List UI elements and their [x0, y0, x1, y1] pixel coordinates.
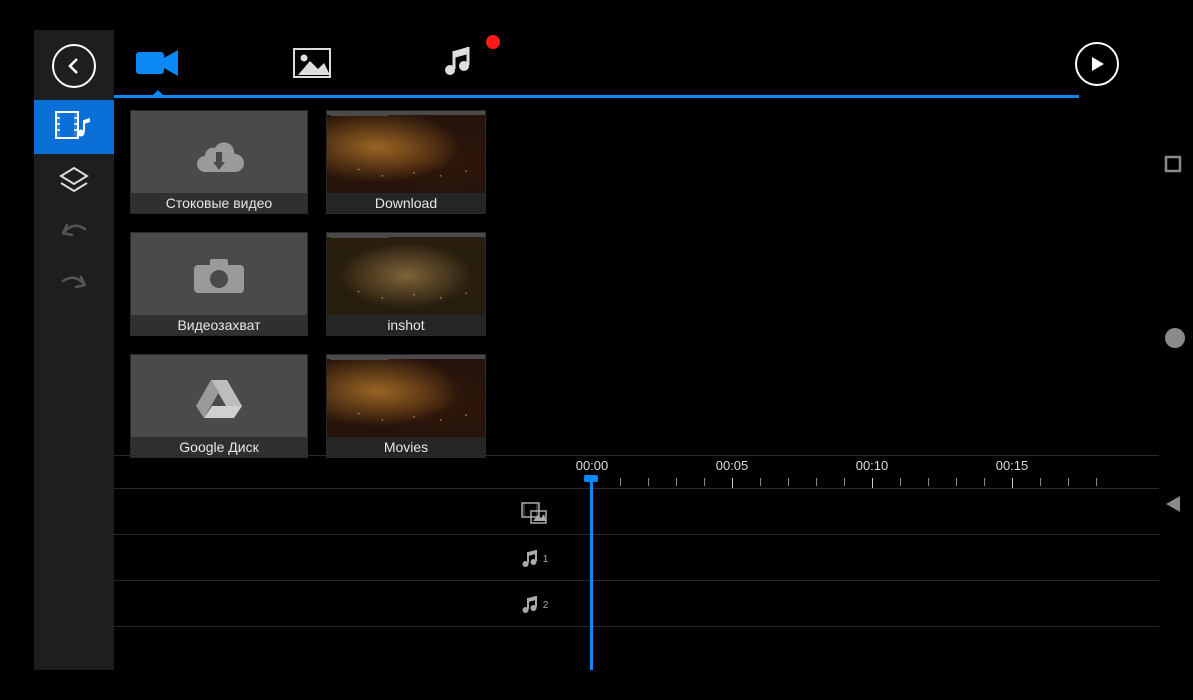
image-icon — [292, 47, 332, 79]
folder-label: Download — [327, 193, 485, 213]
folder-movies[interactable]: Movies — [326, 354, 486, 458]
folder-label: inshot — [327, 315, 485, 335]
chevron-left-icon — [65, 57, 83, 75]
track-video-header[interactable] — [514, 492, 554, 534]
layers-icon — [57, 164, 91, 198]
android-back-button[interactable] — [1159, 490, 1187, 518]
undo-button[interactable] — [34, 208, 114, 260]
back-button[interactable] — [52, 44, 96, 88]
track-number: 1 — [543, 554, 549, 565]
undo-arrow-icon — [57, 223, 91, 245]
video-thumbnail — [327, 115, 485, 193]
ruler-time: 00:00 — [576, 458, 609, 473]
video-thumbnail — [327, 237, 485, 315]
music-note-icon — [520, 595, 540, 615]
media-tool[interactable] — [34, 100, 114, 154]
folder-download[interactable]: Download — [326, 110, 486, 214]
left-sidebar — [34, 30, 114, 670]
ruler-time: 00:05 — [716, 458, 749, 473]
ruler-time: 00:15 — [996, 458, 1029, 473]
tab-image[interactable] — [292, 47, 332, 79]
folder-inshot[interactable]: inshot — [326, 232, 486, 336]
track-audio1-header[interactable]: 1 — [514, 538, 554, 580]
source-column: Стоковые видео Видеозахват — [130, 110, 308, 458]
android-home-button[interactable] — [1161, 324, 1189, 352]
camera-icon — [190, 255, 248, 297]
play-preview-button[interactable] — [1075, 42, 1119, 86]
timeline-ruler[interactable]: 00:00 00:05 00:10 00:15 — [114, 456, 1159, 488]
video-camera-icon — [134, 46, 182, 80]
folder-label: Google Диск — [131, 437, 307, 457]
folder-label: Movies — [327, 437, 485, 457]
music-note-icon — [520, 549, 540, 569]
tab-underline — [114, 95, 1079, 98]
play-icon — [1088, 55, 1106, 73]
folder-label: Стоковые видео — [131, 193, 307, 213]
tab-music[interactable] — [442, 45, 478, 81]
circle-icon — [1163, 326, 1187, 350]
redo-arrow-icon — [57, 275, 91, 297]
video-track-icon — [521, 502, 547, 524]
layers-tool[interactable] — [34, 154, 114, 208]
square-icon — [1163, 154, 1183, 174]
ruler-time: 00:10 — [856, 458, 889, 473]
media-tabs — [114, 30, 1079, 96]
redo-button[interactable] — [34, 260, 114, 312]
google-drive-icon — [194, 376, 244, 420]
android-recent-button[interactable] — [1159, 150, 1187, 178]
track-number: 2 — [543, 600, 549, 611]
playhead[interactable] — [590, 478, 593, 670]
folder-label: Видеозахват — [131, 315, 307, 335]
cloud-download-icon — [192, 134, 246, 174]
media-browser: Стоковые видео Видеозахват — [130, 110, 540, 458]
folder-google-drive[interactable]: Google Диск — [130, 354, 308, 458]
music-notes-icon — [442, 45, 478, 81]
track-audio2-header[interactable]: 2 — [514, 584, 554, 626]
folder-video-capture[interactable]: Видеозахват — [130, 232, 308, 336]
video-thumbnail — [327, 359, 485, 437]
timeline[interactable]: 00:00 00:05 00:10 00:15 — [114, 455, 1159, 670]
triangle-back-icon — [1162, 493, 1184, 515]
thumbs-column: Download inshot Movies — [326, 110, 486, 458]
media-film-music-icon — [54, 110, 94, 144]
tab-video[interactable] — [134, 46, 182, 80]
notification-dot-icon — [486, 35, 500, 49]
folder-stock-video[interactable]: Стоковые видео — [130, 110, 308, 214]
